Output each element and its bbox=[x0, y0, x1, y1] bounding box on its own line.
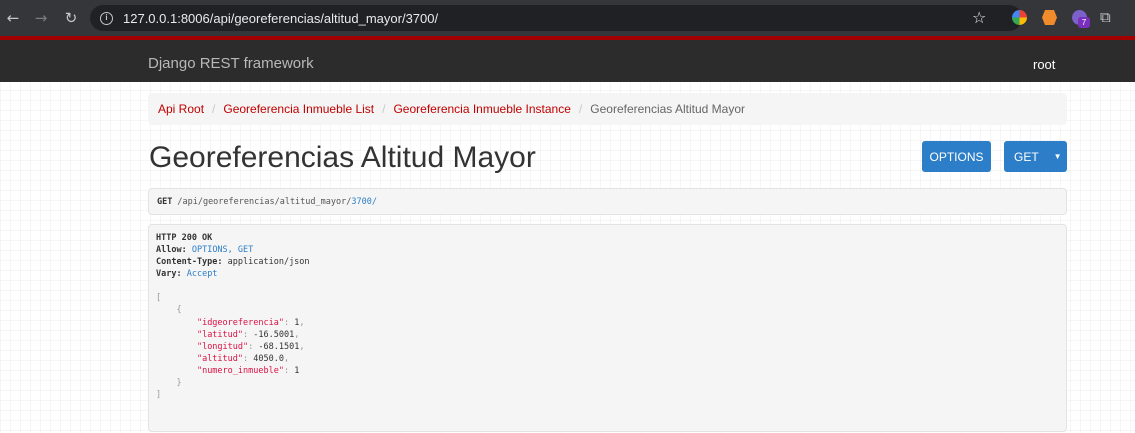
json-brace: { bbox=[176, 305, 182, 316]
json-key: "idgeoreferencia" bbox=[196, 317, 284, 328]
json-close-brace: } bbox=[156, 377, 1066, 389]
extension-badge: 7 bbox=[1078, 17, 1090, 28]
json-field: "idgeoreferencia": 1, bbox=[196, 317, 305, 328]
breadcrumb-separator: / bbox=[382, 102, 386, 116]
page-title: Georeferencias Altitud Mayor bbox=[149, 141, 536, 174]
json-key: "longitud" bbox=[196, 341, 249, 352]
info-icon[interactable]: i bbox=[100, 11, 113, 25]
reload-icon[interactable]: ↻ bbox=[60, 9, 82, 27]
back-icon[interactable]: ← bbox=[2, 9, 24, 27]
breadcrumb-separator: / bbox=[212, 102, 216, 116]
header-value[interactable]: OPTIONS, GET bbox=[192, 245, 253, 255]
top-navbar: Django REST framework root bbox=[0, 36, 1135, 82]
header-value: application/json bbox=[227, 257, 310, 268]
header-key: Content-Type: bbox=[156, 257, 223, 268]
json-key: "numero_inmueble" bbox=[196, 365, 284, 376]
json-value: -68.1501 bbox=[258, 341, 300, 352]
json-field: "longitud": -68.1501, bbox=[196, 341, 305, 352]
json-sep: , bbox=[299, 317, 305, 328]
extension-icon[interactable] bbox=[1042, 10, 1057, 25]
header-value[interactable]: Accept bbox=[187, 269, 218, 279]
request-path: /api/georeferencias/altitud_mayor/3700/ bbox=[177, 197, 377, 207]
breadcrumb-list[interactable]: Georeferencia Inmueble List bbox=[223, 102, 374, 116]
request-path-id[interactable]: 3700/ bbox=[351, 197, 377, 207]
caret-down-icon[interactable]: ▼ bbox=[1054, 152, 1062, 161]
json-open-bracket: [ bbox=[156, 293, 162, 304]
response-header: Allow: OPTIONS, GET bbox=[156, 244, 1066, 256]
get-button[interactable]: GET ▼ bbox=[1004, 141, 1067, 172]
response-status: HTTP 200 OK bbox=[156, 233, 213, 243]
json-field: "latitud": -16.5001, bbox=[196, 329, 300, 340]
breadcrumb-api-root[interactable]: Api Root bbox=[158, 102, 204, 116]
options-button[interactable]: OPTIONS bbox=[922, 141, 991, 172]
get-button-label: GET bbox=[1014, 149, 1039, 164]
json-sep: , bbox=[299, 341, 305, 352]
breadcrumb-current: Georeferencias Altitud Mayor bbox=[590, 102, 746, 116]
puzzle-icon[interactable]: ⧉ bbox=[1100, 8, 1111, 26]
breadcrumb: Api Root / Georeferencia Inmueble List /… bbox=[148, 93, 1067, 125]
browser-toolbar: ← → ↻ i 127.0.0.1:8006/api/georeferencia… bbox=[0, 0, 1135, 36]
json-field: "numero_inmueble": 1 bbox=[196, 365, 300, 376]
json-value: 1 bbox=[294, 365, 300, 376]
json-key: "latitud" bbox=[196, 329, 244, 340]
breadcrumb-separator: / bbox=[578, 102, 583, 116]
response-header: Content-Type: application/json bbox=[156, 256, 1066, 268]
star-icon[interactable]: ☆ bbox=[972, 8, 986, 27]
response-header: Vary: Accept bbox=[156, 268, 1066, 280]
url-text[interactable]: 127.0.0.1:8006/api/georeferencias/altitu… bbox=[123, 11, 438, 26]
header-key: Allow: bbox=[156, 245, 187, 256]
json-value: 4050.0 bbox=[253, 353, 284, 364]
breadcrumb-instance[interactable]: Georeferencia Inmueble Instance bbox=[393, 102, 570, 116]
header-key: Vary: bbox=[156, 269, 182, 280]
request-info: GET /api/georeferencias/altitud_mayor/37… bbox=[148, 188, 1067, 215]
extension-icon[interactable] bbox=[1012, 10, 1027, 25]
address-bar[interactable]: i 127.0.0.1:8006/api/georeferencias/alti… bbox=[90, 5, 1022, 31]
json-field: "altitud": 4050.0, bbox=[196, 353, 290, 364]
forward-icon[interactable]: → bbox=[30, 9, 52, 27]
json-sep: , bbox=[294, 329, 300, 340]
json-close-bracket: ] bbox=[156, 390, 162, 401]
json-open-brace: { bbox=[156, 304, 1066, 316]
json-value: -16.5001 bbox=[253, 329, 295, 340]
json-sep: , bbox=[283, 353, 290, 364]
user-menu[interactable]: root bbox=[1033, 57, 1055, 72]
json-key: "altitud" bbox=[196, 353, 244, 364]
brand-link[interactable]: Django REST framework bbox=[148, 55, 314, 72]
request-path-base: /api/georeferencias/altitud_mayor/ bbox=[177, 196, 352, 207]
json-brace: } bbox=[176, 378, 182, 389]
request-method: GET bbox=[157, 196, 173, 207]
response-info: HTTP 200 OK Allow: OPTIONS, GET Content-… bbox=[148, 224, 1067, 432]
options-button-label: OPTIONS bbox=[929, 149, 984, 164]
